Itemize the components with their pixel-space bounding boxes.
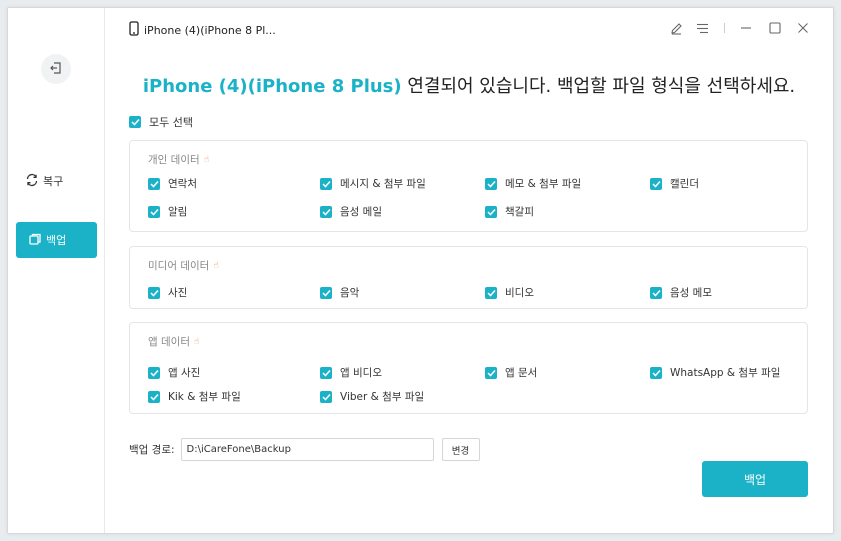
checkbox-label: 캘린더 (670, 178, 699, 190)
checkbox-label: Viber & 첨부 파일 (340, 391, 425, 403)
select-all-checkbox[interactable]: 모두 선택 (129, 114, 193, 130)
group-app-data: 앱 데이터 ☝ 앱 사진 앱 비디오 앱 문서 WhatsApp & 첨부 파일… (129, 322, 808, 414)
menu-icon[interactable] (694, 20, 710, 36)
sidebar-item-restore[interactable]: 복구 (25, 170, 89, 192)
checkbox-item[interactable]: 음성 메일 (320, 204, 382, 219)
checkbox-label: 앱 사진 (168, 367, 201, 379)
checkbox-item[interactable]: Viber & 첨부 파일 (320, 389, 424, 404)
checkbox-label: 책갈피 (505, 206, 534, 218)
checkbox-label: 사진 (168, 287, 188, 299)
checkbox-label: 비디오 (505, 287, 534, 299)
checkbox-label: 앱 문서 (505, 367, 538, 379)
checkbox-checked-icon (485, 286, 497, 299)
group-title-text: 개인 데이터 (148, 154, 200, 166)
hand-icon: ☝ (213, 260, 219, 271)
checkbox-label: 메모 & 첨부 파일 (505, 178, 582, 190)
checkbox-checked-icon (320, 366, 332, 379)
device-selector[interactable]: iPhone (4)(iPhone 8 Pl... (129, 21, 276, 39)
checkbox-item[interactable]: 알림 (148, 204, 187, 219)
checkbox-checked-icon (650, 177, 662, 190)
checkbox-checked-icon (148, 366, 160, 379)
back-icon (49, 60, 63, 79)
backup-button[interactable]: 백업 (702, 461, 808, 497)
checkbox-item[interactable]: 책갈피 (485, 204, 534, 219)
checkbox-label: 음악 (340, 287, 360, 299)
sidebar-item-label: 백업 (46, 234, 67, 247)
group-title: 미디어 데이터 ☝ (148, 258, 219, 273)
title-divider (717, 20, 733, 36)
hand-icon: ☝ (193, 336, 200, 347)
checkbox-item[interactable]: WhatsApp & 첨부 파일 (650, 365, 780, 380)
group-title-text: 미디어 데이터 (148, 260, 210, 272)
checkbox-label: 메시지 & 첨부 파일 (340, 178, 426, 190)
checkbox-checked-icon (320, 286, 332, 299)
page-title: iPhone (4)(iPhone 8 Plus) 연결되어 있습니다. 백업할… (105, 72, 833, 98)
checkbox-label: 앱 비디오 (340, 367, 382, 379)
checkbox-checked-icon (485, 177, 497, 190)
checkbox-label: 연락처 (168, 178, 197, 190)
checkbox-item[interactable]: 메모 & 첨부 파일 (485, 176, 581, 191)
headline-message: 연결되어 있습니다. 백업할 파일 형식을 선택하세요. (401, 76, 796, 97)
backup-icon (28, 232, 42, 249)
restore-icon (25, 173, 39, 190)
checkbox-checked-icon (485, 366, 497, 379)
checkbox-item[interactable]: Kik & 첨부 파일 (148, 389, 241, 404)
checkbox-item[interactable]: 연락처 (148, 176, 197, 191)
checkbox-label: Kik & 첨부 파일 (168, 391, 241, 403)
device-name: iPhone (4)(iPhone 8 Pl... (144, 23, 276, 37)
backup-path-input[interactable]: D:\iCareFone\Backup (180, 438, 434, 461)
checkbox-checked-icon (320, 177, 332, 190)
checkbox-checked-icon (320, 205, 332, 218)
phone-icon (129, 21, 139, 39)
backup-path-label: 백업 경로: (129, 444, 175, 456)
group-title: 개인 데이터 ☝ (148, 152, 209, 167)
maximize-icon[interactable] (767, 20, 783, 36)
feedback-icon[interactable] (668, 20, 684, 36)
checkbox-item[interactable]: 메시지 & 첨부 파일 (320, 176, 426, 191)
checkbox-checked-icon (650, 366, 662, 379)
checkbox-checked-icon (148, 286, 160, 299)
back-button[interactable] (41, 54, 71, 84)
backup-path-row: 백업 경로: D:\iCareFone\Backup 변경 (129, 438, 480, 461)
checkbox-checked-icon (148, 390, 160, 403)
app-window: 복구 백업 iPhone (4)(iPhone 8 Pl... iPhone (… (7, 7, 834, 534)
checkbox-label: 음성 메모 (670, 287, 712, 299)
checkbox-item[interactable]: 음성 메모 (650, 285, 712, 300)
checkbox-checked-icon (485, 205, 497, 218)
hand-icon: ☝ (203, 154, 210, 165)
sidebar-item-label: 복구 (43, 175, 64, 188)
checkbox-item[interactable]: 음악 (320, 285, 359, 300)
checkbox-item[interactable]: 앱 문서 (485, 365, 537, 380)
checkbox-item[interactable]: 앱 사진 (148, 365, 200, 380)
checkbox-label: WhatsApp & 첨부 파일 (670, 367, 781, 379)
checkbox-item[interactable]: 앱 비디오 (320, 365, 382, 380)
checkbox-checked-icon (650, 286, 662, 299)
checkbox-checked-icon (148, 205, 160, 218)
checkbox-label: 음성 메일 (340, 206, 382, 218)
checkbox-label: 알림 (168, 206, 188, 218)
group-personal-data: 개인 데이터 ☝ 연락처 메시지 & 첨부 파일 메모 & 첨부 파일 캘린더 … (129, 140, 808, 232)
select-all-label: 모두 선택 (149, 116, 193, 129)
sidebar-item-backup[interactable]: 백업 (16, 222, 97, 258)
close-icon[interactable] (795, 20, 811, 36)
checkbox-checked-icon (148, 177, 160, 190)
group-title-text: 앱 데이터 (148, 336, 190, 348)
sidebar: 복구 백업 (8, 8, 105, 533)
connected-device-name: iPhone (4)(iPhone 8 Plus) (142, 76, 402, 97)
checkbox-item[interactable]: 캘린더 (650, 176, 699, 191)
checkbox-item[interactable]: 비디오 (485, 285, 534, 300)
change-path-button[interactable]: 변경 (441, 438, 480, 461)
minimize-icon[interactable] (738, 20, 754, 36)
checkbox-checked-icon (129, 116, 141, 128)
group-title: 앱 데이터 ☝ (148, 334, 199, 349)
checkbox-item[interactable]: 사진 (148, 285, 187, 300)
group-media-data: 미디어 데이터 ☝ 사진 음악 비디오 음성 메모 (129, 246, 808, 309)
checkbox-checked-icon (320, 390, 332, 403)
title-bar: iPhone (4)(iPhone 8 Pl... (105, 8, 833, 50)
